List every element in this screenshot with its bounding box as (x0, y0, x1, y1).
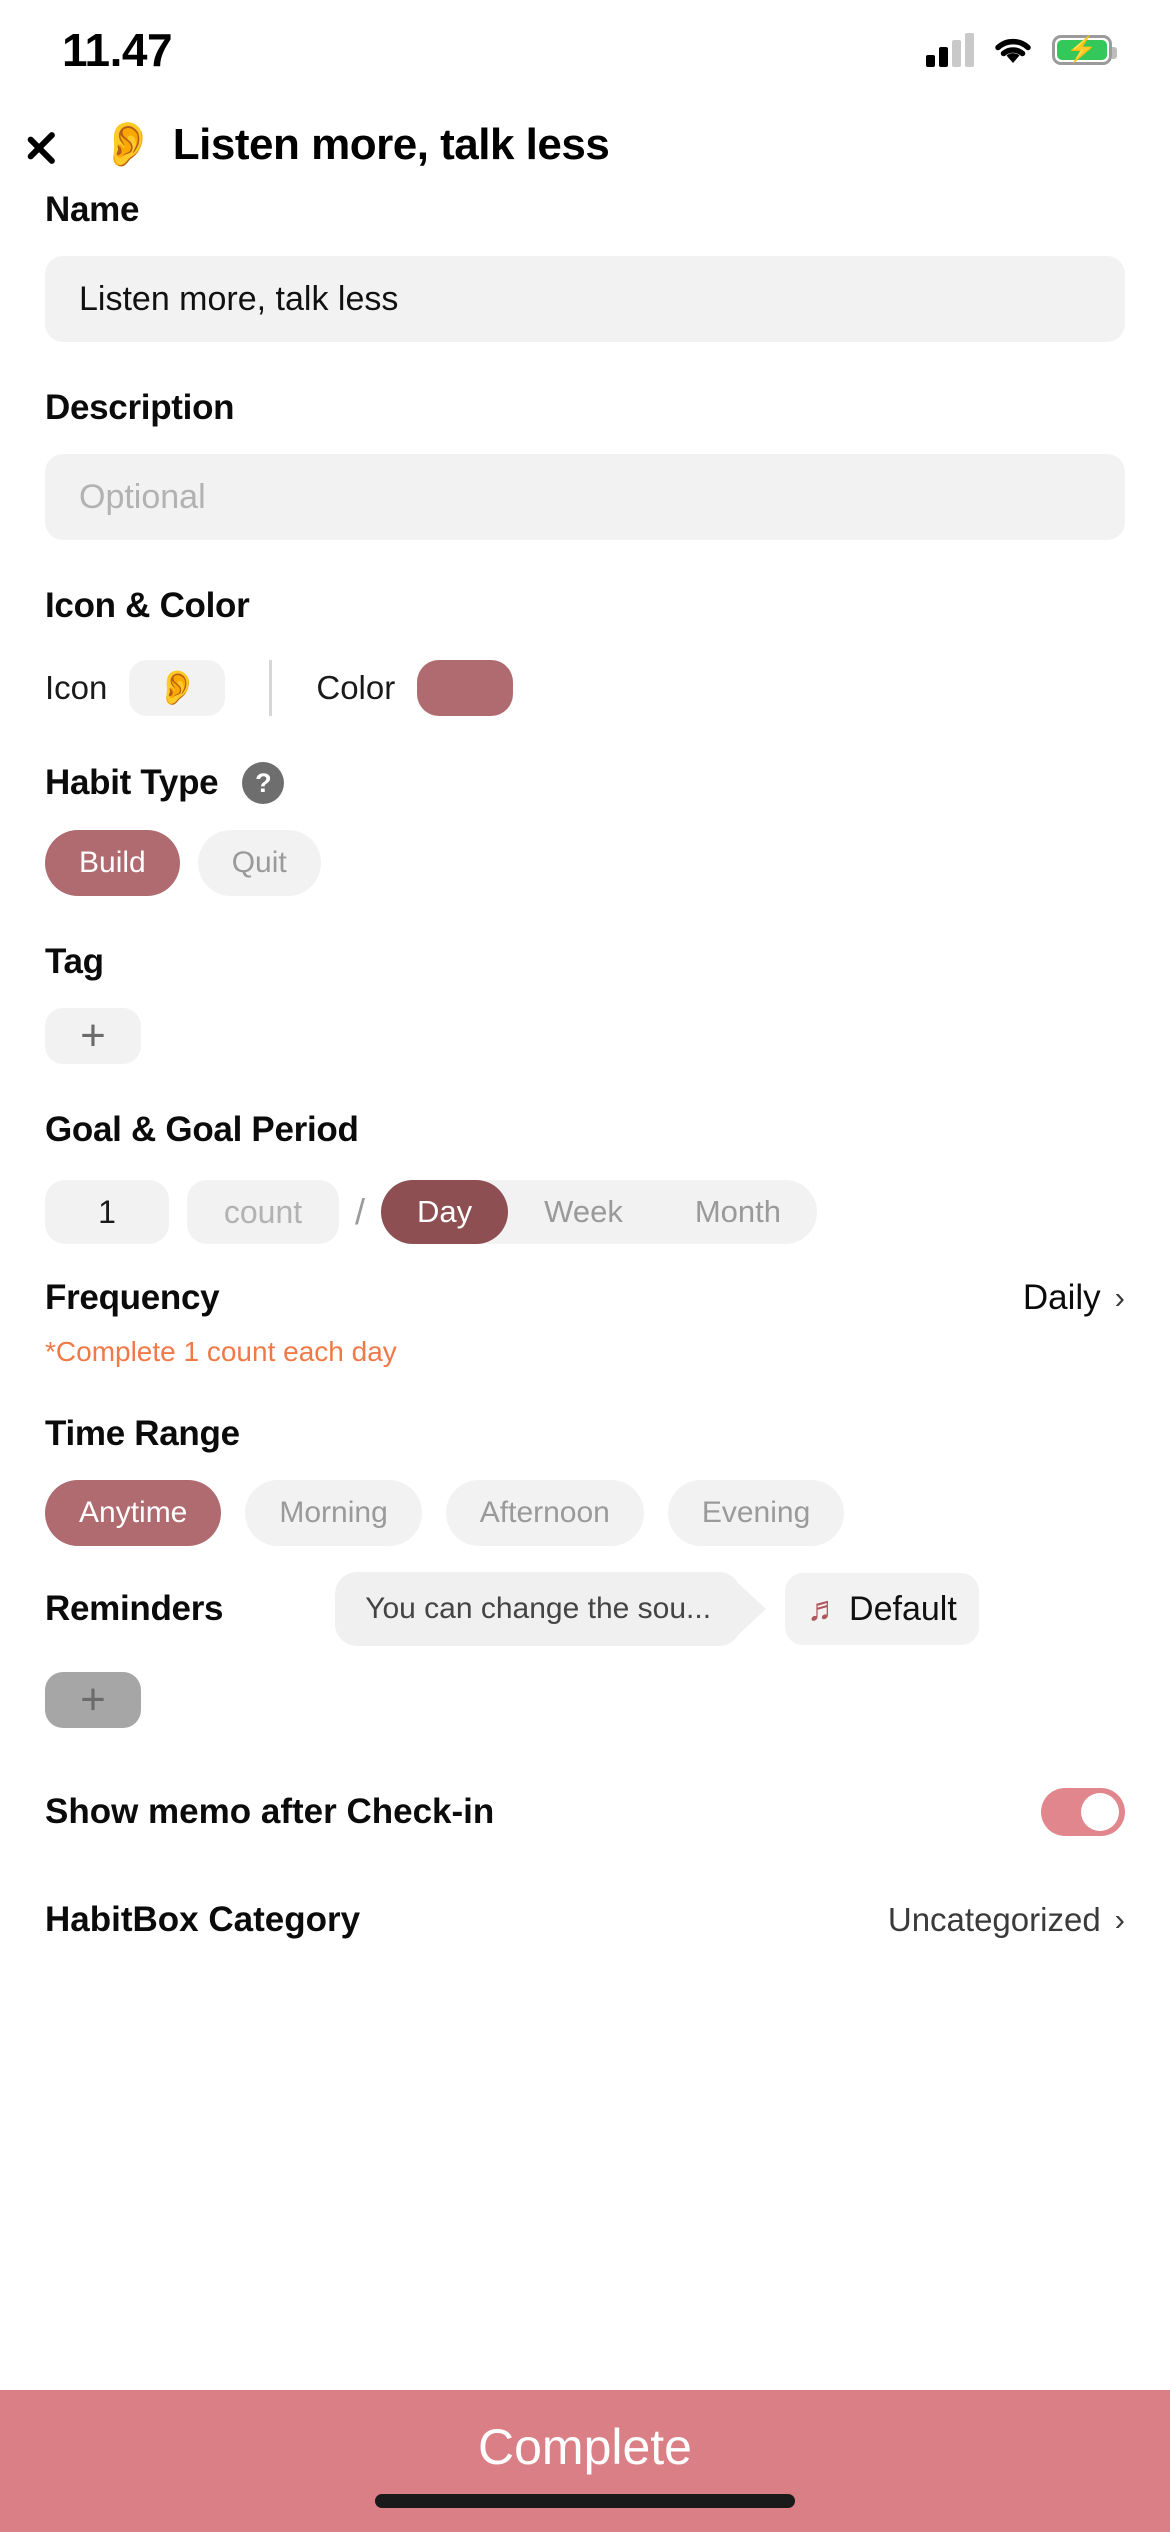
icon-color-divider (269, 660, 273, 716)
icon-color-row: Icon 👂 Color (45, 660, 1125, 716)
music-note-icon: ♬ (807, 1589, 842, 1628)
time-range-afternoon-button[interactable]: Afternoon (445, 1480, 644, 1546)
chevron-right-icon: › (1114, 1902, 1125, 1937)
status-bar-left: 11.47 (62, 23, 218, 77)
habit-emoji-icon: 👂 (100, 120, 155, 169)
icon-picker-button[interactable]: 👂 (129, 660, 226, 716)
name-input[interactable]: Listen more, talk less (45, 256, 1125, 342)
time-range-morning-button[interactable]: Morning (245, 1480, 422, 1546)
cellular-signal-icon (926, 33, 974, 67)
frequency-value: Daily (1022, 1278, 1101, 1317)
habit-type-build-button[interactable]: Build (45, 830, 180, 896)
form-content: Name Listen more, talk less Description … (0, 190, 1170, 2380)
complete-button[interactable]: Complete (0, 2390, 1170, 2532)
status-time: 11.47 (62, 24, 173, 76)
reminder-sound-button[interactable]: ♬ Default (785, 1573, 979, 1645)
goal-period-week-button[interactable]: Week (508, 1180, 659, 1244)
time-range-options: Anytime Morning Afternoon Evening (45, 1480, 1125, 1546)
description-label: Description (45, 388, 235, 427)
show-memo-row: Show memo after Check-in (45, 1788, 1125, 1836)
goal-label: Goal & Goal Period (45, 1110, 359, 1149)
reminder-sound-value: Default (849, 1589, 957, 1628)
reminder-sound-tooltip: You can change the sou... (335, 1572, 742, 1646)
chevron-right-icon: › (1114, 1280, 1125, 1315)
goal-row: 1 count / Day Week Month (45, 1180, 1125, 1244)
habitbox-category-label: HabitBox Category (45, 1900, 361, 1939)
habit-type-options: Build Quit (45, 830, 1125, 896)
habit-type-label: Habit Type (45, 763, 219, 802)
reminders-label: Reminders (45, 1589, 224, 1628)
reminders-row: Reminders You can change the sou... ♬ De… (45, 1572, 1125, 1646)
reminders-tooltip-group: You can change the sou... (335, 1572, 742, 1646)
description-input[interactable]: Optional (45, 454, 1125, 540)
phone-screen: 11.47 ⚡ 👂 Listen more, talk less Name Li… (0, 0, 1170, 2532)
goal-separator: / (355, 1191, 366, 1232)
chevron-left-icon[interactable] (48, 117, 82, 173)
frequency-value-group[interactable]: Daily › (1023, 1278, 1125, 1318)
habit-type-header: Habit Type ? (45, 762, 1125, 804)
name-label: Name (45, 190, 140, 229)
question-mark-icon[interactable]: ? (242, 762, 285, 804)
add-tag-button[interactable]: + (45, 1008, 141, 1064)
goal-unit-input[interactable]: count (187, 1180, 339, 1244)
frequency-label: Frequency (45, 1278, 220, 1317)
status-bar: 11.47 ⚡ (0, 0, 1170, 100)
add-reminder-button[interactable]: + (45, 1672, 141, 1728)
battery-charging-icon: ⚡ (1052, 35, 1117, 65)
goal-amount-input[interactable]: 1 (45, 1180, 169, 1244)
color-picker-button[interactable] (417, 660, 514, 716)
status-bar-right: ⚡ (926, 33, 1117, 67)
time-range-anytime-button[interactable]: Anytime (45, 1480, 222, 1546)
icon-color-label: Icon & Color (45, 586, 250, 625)
wifi-icon (992, 34, 1034, 66)
toggle-knob (1081, 1793, 1119, 1831)
page-title: Listen more, talk less (172, 120, 610, 169)
icon-field-label: Icon (45, 669, 108, 706)
habitbox-category-row[interactable]: HabitBox Category Uncategorized › (45, 1900, 1125, 1940)
goal-period-segmented-control: Day Week Month (381, 1180, 818, 1244)
habitbox-category-value: Uncategorized (887, 1901, 1101, 1938)
complete-button-label: Complete (478, 2419, 692, 2475)
show-memo-label: Show memo after Check-in (45, 1792, 495, 1831)
time-range-evening-button[interactable]: Evening (667, 1480, 845, 1546)
goal-period-day-button[interactable]: Day (381, 1180, 509, 1244)
crescent-moon-icon (184, 33, 218, 67)
frequency-row[interactable]: Frequency Daily › (45, 1278, 1125, 1318)
time-range-label: Time Range (45, 1414, 240, 1453)
tag-label: Tag (45, 942, 104, 981)
habit-type-quit-button[interactable]: Quit (197, 830, 321, 896)
page-header: 👂 Listen more, talk less (0, 100, 1170, 190)
habitbox-category-value-group[interactable]: Uncategorized › (888, 1901, 1125, 1939)
frequency-hint: *Complete 1 count each day (45, 1336, 397, 1367)
goal-period-month-button[interactable]: Month (659, 1180, 817, 1244)
show-memo-toggle[interactable] (1041, 1788, 1125, 1836)
color-field-label: Color (316, 669, 396, 706)
home-indicator (375, 2494, 795, 2508)
